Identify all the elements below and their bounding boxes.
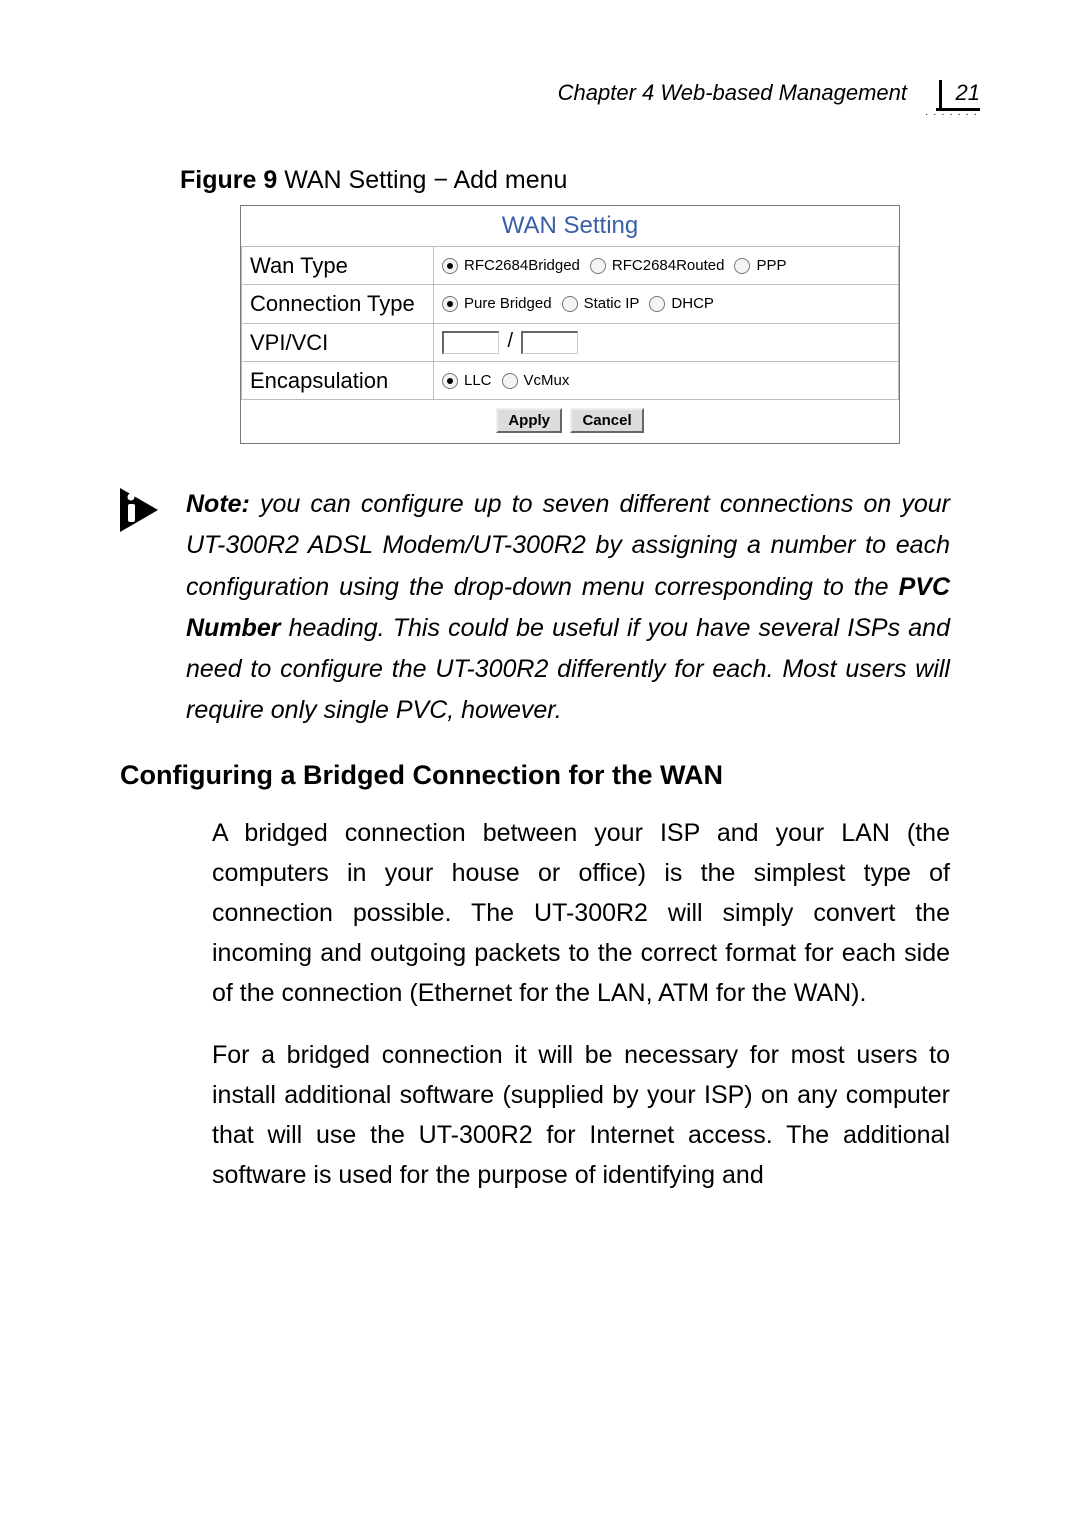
page-number: 21	[939, 80, 980, 108]
row-wan-type: Wan Type RFC2684Bridged RFC2684Routed PP…	[242, 247, 899, 285]
label-connection-type: Connection Type	[242, 285, 434, 323]
wan-button-row: Apply Cancel	[241, 400, 899, 443]
radio-rfc2684routed[interactable]	[590, 258, 606, 274]
note-body-1: you can configure up to seven different …	[186, 490, 950, 601]
radio-vcmux[interactable]	[502, 373, 518, 389]
page-number-box: 21 · · · · · · ·	[925, 80, 980, 120]
opt-dhcp: DHCP	[671, 295, 714, 312]
note-block: Note: you can configure up to seven diff…	[120, 484, 950, 732]
label-wan-type: Wan Type	[242, 247, 434, 285]
row-connection-type: Connection Type Pure Bridged Static IP D…	[242, 285, 899, 323]
opt-pure-bridged: Pure Bridged	[464, 295, 552, 312]
radio-rfc2684bridged[interactable]	[442, 258, 458, 274]
row-vpi-vci: VPI/VCI /	[242, 323, 899, 361]
radio-dhcp[interactable]	[649, 296, 665, 312]
section-heading: Configuring a Bridged Connection for the…	[120, 760, 980, 791]
opt-rfc2684routed: RFC2684Routed	[612, 257, 725, 274]
radio-static-ip[interactable]	[562, 296, 578, 312]
info-icon	[120, 488, 168, 537]
radio-pure-bridged[interactable]	[442, 296, 458, 312]
wan-setting-panel: WAN Setting Wan Type RFC2684Bridged RFC2…	[240, 205, 900, 444]
cell-encapsulation-options: LLC VcMux	[434, 361, 899, 399]
decorative-dots: · · · · · · ·	[925, 109, 980, 120]
cell-vpi-vci-inputs: /	[434, 323, 899, 361]
row-encapsulation: Encapsulation LLC VcMux	[242, 361, 899, 399]
label-vpi-vci: VPI/VCI	[242, 323, 434, 361]
figure-caption: Figure 9 WAN Setting − Add menu	[180, 166, 980, 195]
opt-ppp: PPP	[756, 257, 786, 274]
note-lead: Note:	[186, 490, 250, 518]
opt-static-ip: Static IP	[584, 295, 640, 312]
cell-connection-type-options: Pure Bridged Static IP DHCP	[434, 285, 899, 323]
figure-label: Figure 9	[180, 166, 277, 194]
figure-title: WAN Setting − Add menu	[277, 166, 567, 194]
note-text: Note: you can configure up to seven diff…	[186, 484, 950, 732]
apply-button[interactable]: Apply	[496, 408, 562, 433]
opt-vcmux: VcMux	[524, 372, 570, 389]
vpi-vci-separator: /	[507, 330, 513, 352]
radio-llc[interactable]	[442, 373, 458, 389]
cancel-button[interactable]: Cancel	[570, 408, 643, 433]
chapter-title: Chapter 4 Web-based Management	[558, 80, 907, 106]
page-header: Chapter 4 Web-based Management 21 · · · …	[120, 80, 980, 120]
radio-ppp[interactable]	[734, 258, 750, 274]
vci-input[interactable]	[521, 331, 578, 354]
paragraph-2: For a bridged connection it will be nece…	[212, 1035, 950, 1195]
vpi-input[interactable]	[442, 331, 499, 354]
paragraph-1: A bridged connection between your ISP an…	[212, 813, 950, 1013]
wan-setting-table: Wan Type RFC2684Bridged RFC2684Routed PP…	[241, 246, 899, 400]
label-encapsulation: Encapsulation	[242, 361, 434, 399]
note-body-2: heading. This could be useful if you hav…	[186, 614, 950, 725]
cell-wan-type-options: RFC2684Bridged RFC2684Routed PPP	[434, 247, 899, 285]
opt-llc: LLC	[464, 372, 492, 389]
opt-rfc2684bridged: RFC2684Bridged	[464, 257, 580, 274]
wan-setting-heading: WAN Setting	[241, 206, 899, 246]
